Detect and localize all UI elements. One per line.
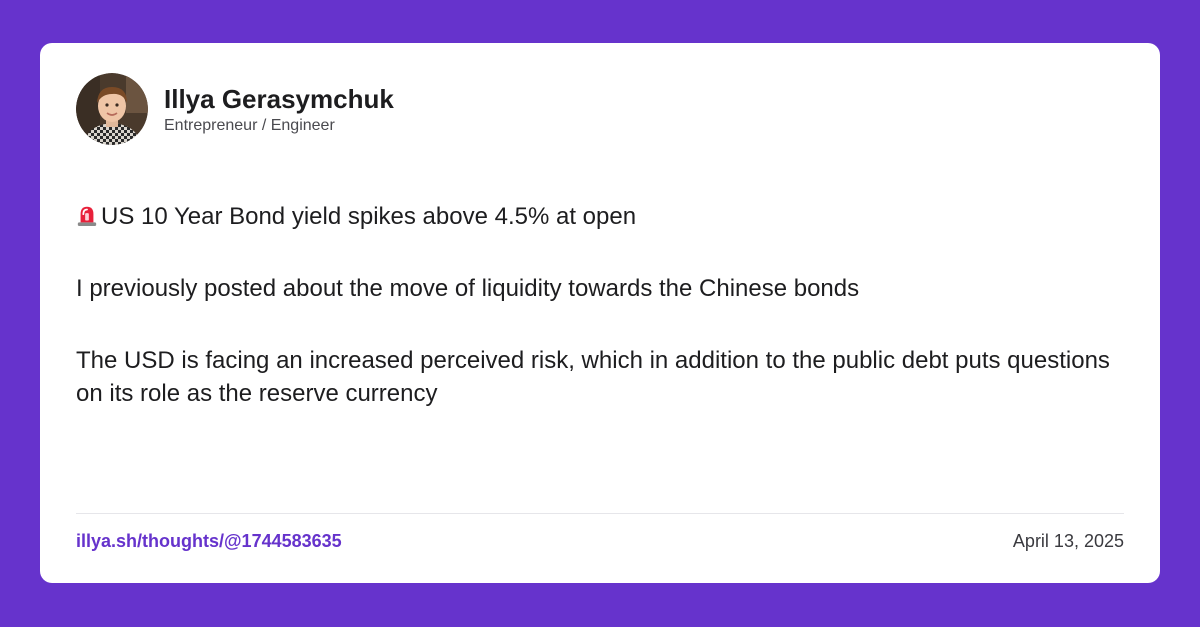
permalink-link[interactable]: illya.sh/thoughts/@1744583635 xyxy=(76,530,342,552)
post-headline-paragraph: US 10 Year Bond yield spikes above 4.5% … xyxy=(76,200,1126,233)
author-role: Entrepreneur / Engineer xyxy=(164,116,335,134)
avatar[interactable] xyxy=(76,73,148,145)
author-name[interactable]: Illya Gerasymchuk xyxy=(164,83,394,115)
footer-divider xyxy=(76,513,1124,514)
post-paragraph-3: The USD is facing an increased perceived… xyxy=(76,347,1110,407)
post-paragraph-2: I previously posted about the move of li… xyxy=(76,275,860,302)
post-body: US 10 Year Bond yield spikes above 4.5% … xyxy=(76,200,1126,449)
author-identity: Illya Gerasymchuk Entrepreneur / Enginee… xyxy=(164,83,394,136)
post-card: Illya Gerasymchuk Entrepreneur / Enginee… xyxy=(40,43,1160,583)
post-date: April 13, 2025 xyxy=(1012,531,1124,551)
rotating-light-icon xyxy=(77,206,97,226)
author-header: Illya Gerasymchuk Entrepreneur / Enginee… xyxy=(76,73,394,145)
post-headline: US 10 Year Bond yield spikes above 4.5% … xyxy=(101,203,637,230)
